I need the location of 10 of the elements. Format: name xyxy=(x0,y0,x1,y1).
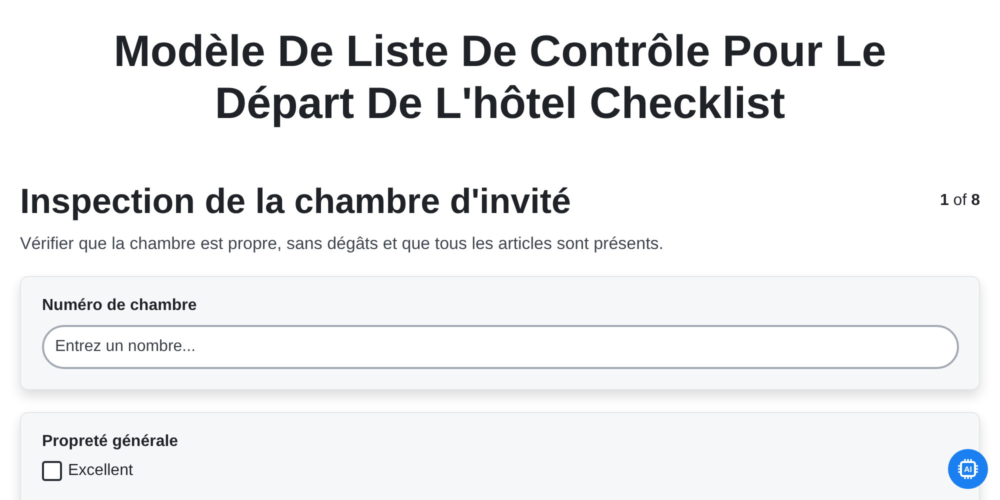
section-description: Vérifier que la chambre est propre, sans dégâts et que tous les articles sont présents. xyxy=(20,234,665,254)
number-field[interactable]: Entrez un nombre... xyxy=(42,325,959,369)
page-counter: 1 of 8 xyxy=(940,192,980,210)
option-label: Excellent xyxy=(68,462,133,480)
section-heading: Inspection de la chambre d'invité xyxy=(20,181,571,223)
checkbox[interactable] xyxy=(42,461,62,481)
chip-icon xyxy=(956,457,980,481)
question-label: Numéro de chambre xyxy=(42,297,198,315)
page-title: Modèle De Liste De Contrôle Pour Le Départ De L'hôtel Checklist xyxy=(112,26,888,130)
question-label: Propreté générale xyxy=(42,433,180,451)
